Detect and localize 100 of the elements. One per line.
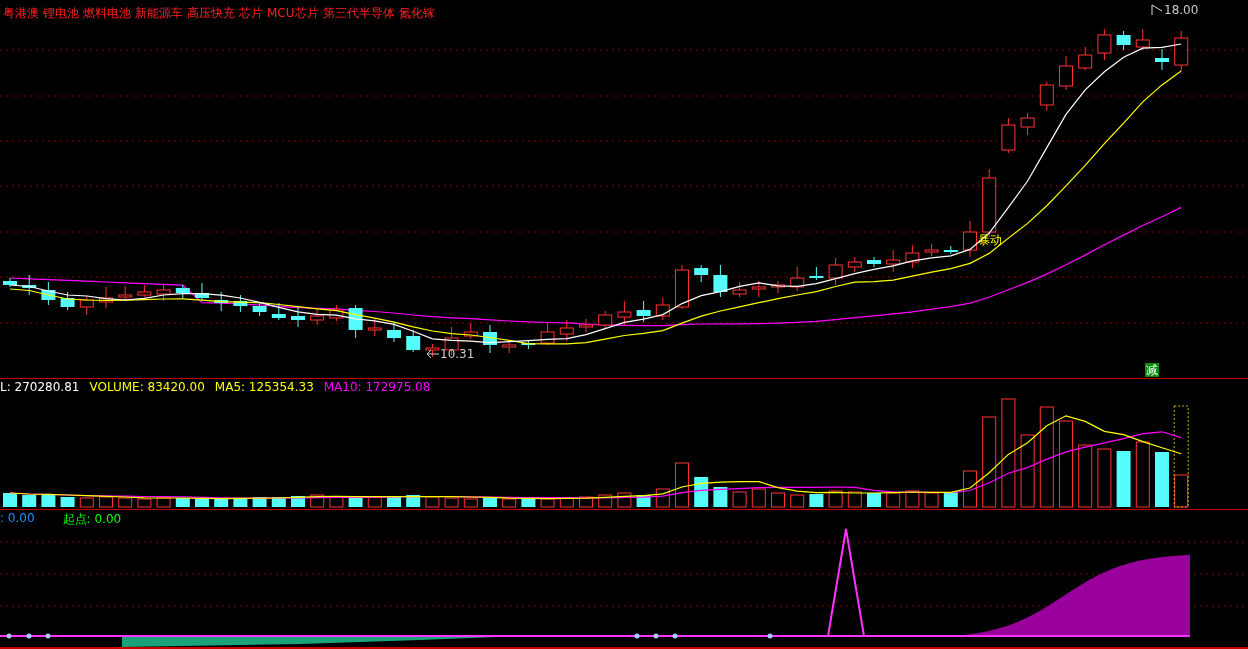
concept-tag: 第三代半导体 — [322, 5, 395, 22]
signal-dot — [672, 633, 678, 639]
candlestick — [521, 339, 536, 350]
indicator-reading: MA10: 172975.08 — [323, 380, 431, 394]
volume-bar — [675, 462, 689, 508]
candlestick — [771, 280, 785, 294]
signal-label: 暴动 — [978, 232, 1002, 249]
candlestick — [214, 291, 229, 312]
signal-dot — [45, 633, 51, 639]
candlestick — [1097, 28, 1112, 61]
volume-bar — [387, 496, 401, 507]
volume-bar — [41, 495, 56, 507]
concept-tag: 芯片 — [239, 5, 263, 22]
signal-dot — [653, 633, 659, 639]
volume-bar — [156, 497, 171, 508]
candlestick — [3, 277, 17, 288]
candlestick — [1001, 117, 1016, 154]
volume-bar — [233, 498, 248, 507]
candlestick — [1078, 46, 1093, 71]
volume-bar — [828, 490, 843, 508]
volume-bar — [540, 498, 555, 508]
volume-bar — [579, 496, 593, 508]
candlestick — [790, 266, 805, 292]
candlestick — [156, 284, 171, 302]
concept-tag: 新能源车 — [135, 5, 183, 22]
candlestick — [847, 256, 862, 273]
volume-bar — [329, 496, 344, 508]
signal-dot — [6, 633, 12, 639]
signal-dot — [634, 633, 640, 639]
indicator-reading: : 0.00 — [0, 511, 35, 527]
candlestick — [1039, 81, 1054, 112]
concept-tag: 粤港澳 — [3, 5, 39, 22]
volume-bar — [99, 496, 113, 508]
candlestick — [694, 264, 709, 283]
candlestick — [751, 280, 766, 298]
volume-bar — [751, 488, 766, 508]
candlestick — [1116, 30, 1131, 51]
price-label: 10.31 — [440, 347, 475, 361]
indicator-reading: MA5: 125354.33 — [214, 380, 314, 394]
candlestick — [310, 308, 325, 326]
candlestick — [329, 304, 344, 322]
candlestick — [540, 321, 555, 346]
volume-bar — [713, 487, 728, 507]
candlestick — [425, 343, 440, 358]
volume-bar — [559, 497, 574, 508]
candlestick — [655, 297, 670, 321]
candlestick — [252, 301, 267, 317]
candlestick — [886, 249, 901, 273]
volume-bar — [886, 492, 901, 508]
candlestick — [271, 302, 286, 321]
candlestick — [233, 294, 248, 313]
concept-tag: 氮化镓 — [398, 5, 435, 22]
candlestick — [579, 318, 593, 333]
candlestick — [137, 284, 152, 298]
signal-dot — [26, 633, 32, 639]
candlestick — [195, 282, 209, 302]
volume-bar — [291, 496, 305, 507]
volume-bar — [1155, 452, 1169, 507]
volume-bar — [1135, 441, 1150, 508]
concept-tag: 锂电池 — [43, 5, 79, 22]
arrow-icon — [426, 349, 440, 359]
volume-bar — [214, 499, 229, 507]
volume-bar — [137, 498, 152, 508]
indicator-reading: VOLUME: 83420.00 — [89, 380, 205, 394]
volume-bar — [195, 499, 209, 507]
candlestick — [713, 264, 728, 298]
volume-bar — [175, 498, 190, 507]
candlestick — [22, 274, 37, 296]
candlestick — [175, 284, 190, 299]
volume-bar — [924, 492, 939, 508]
candlestick — [924, 243, 939, 257]
indicator-reading: L: 270280.81 — [0, 380, 80, 394]
candlestick — [348, 304, 363, 339]
signal-dot — [767, 633, 773, 639]
concept-tag: 燃料电池 — [83, 5, 131, 22]
candlestick — [502, 339, 517, 354]
candlestick — [675, 264, 689, 310]
volume-bar — [963, 470, 977, 508]
candlestick — [1020, 112, 1035, 136]
volume-bar — [463, 498, 478, 508]
volume-bar — [1078, 444, 1093, 508]
candlestick — [41, 281, 56, 306]
candlestick — [617, 300, 632, 326]
candlestick — [99, 286, 113, 309]
volume-bar — [367, 496, 382, 508]
volume-bar — [809, 494, 824, 507]
volume-bar — [1116, 451, 1131, 507]
candlestick — [809, 266, 824, 281]
candlestick — [463, 322, 478, 340]
volume-bar — [348, 498, 363, 507]
volume-bar — [905, 490, 920, 508]
volume-bar — [425, 496, 440, 508]
candlestick — [963, 220, 977, 258]
candlestick — [483, 324, 497, 354]
candlestick — [387, 321, 401, 343]
candlestick — [1174, 30, 1189, 72]
candlestick — [367, 317, 382, 337]
volume-bar — [444, 497, 459, 508]
volume-bar — [60, 497, 75, 507]
volume-bar — [771, 492, 785, 508]
